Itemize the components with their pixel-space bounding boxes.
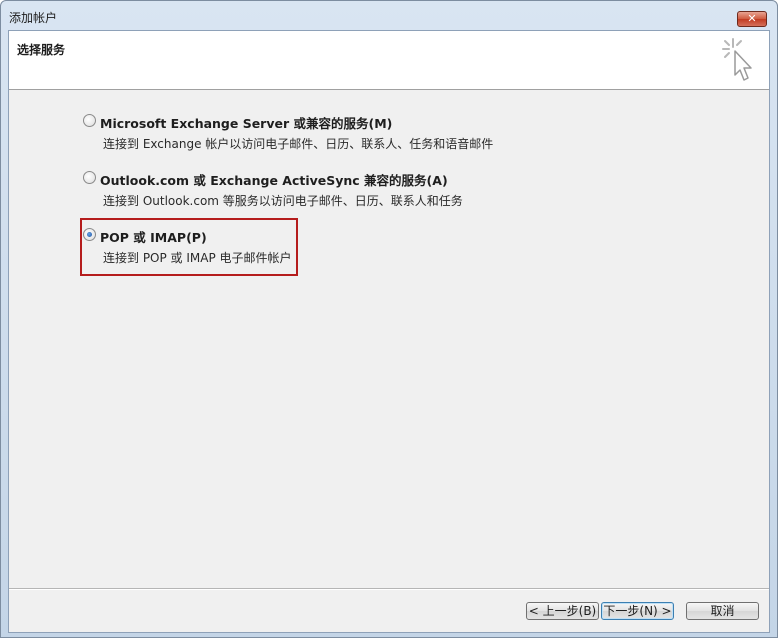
page-title: 选择服务 <box>17 43 66 57</box>
option-exchange-description: 连接到 Exchange 帐户以访问电子邮件、日历、联系人、任务和语音邮件 <box>103 137 494 151</box>
radio-exchange[interactable] <box>83 114 96 127</box>
option-exchange-label[interactable]: Microsoft Exchange Server 或兼容的服务(M) <box>100 113 392 132</box>
cancel-button[interactable]: 取消 <box>686 602 759 620</box>
close-button[interactable]: ✕ <box>737 11 767 27</box>
option-outlook-activesync-description: 连接到 Outlook.com 等服务以访问电子邮件、日历、联系人和任务 <box>103 194 463 208</box>
dialog-client-area: 选择服务 Microsoft Exchange Server 或兼容的服务(M)… <box>8 30 770 633</box>
radio-outlook-activesync[interactable] <box>83 171 96 184</box>
radio-pop-imap[interactable] <box>83 228 96 241</box>
title-bar: 添加帐户 ✕ <box>1 1 777 30</box>
sparkle-cursor-icon <box>722 38 752 81</box>
option-outlook-activesync-label[interactable]: Outlook.com 或 Exchange ActiveSync 兼容的服务(… <box>100 170 448 189</box>
next-button[interactable]: 下一步(N) > <box>601 602 674 620</box>
wizard-header: 选择服务 <box>9 31 769 90</box>
option-pop-imap-label[interactable]: POP 或 IMAP(P) <box>100 227 207 246</box>
add-account-dialog: 添加帐户 ✕ 选择服务 Microsoft Exchange Server 或兼… <box>0 0 778 638</box>
option-pop-imap-description: 连接到 POP 或 IMAP 电子邮件帐户 <box>103 251 292 265</box>
footer-separator <box>9 588 769 590</box>
back-button[interactable]: < 上一步(B) <box>526 602 599 620</box>
window-title: 添加帐户 <box>9 11 58 25</box>
